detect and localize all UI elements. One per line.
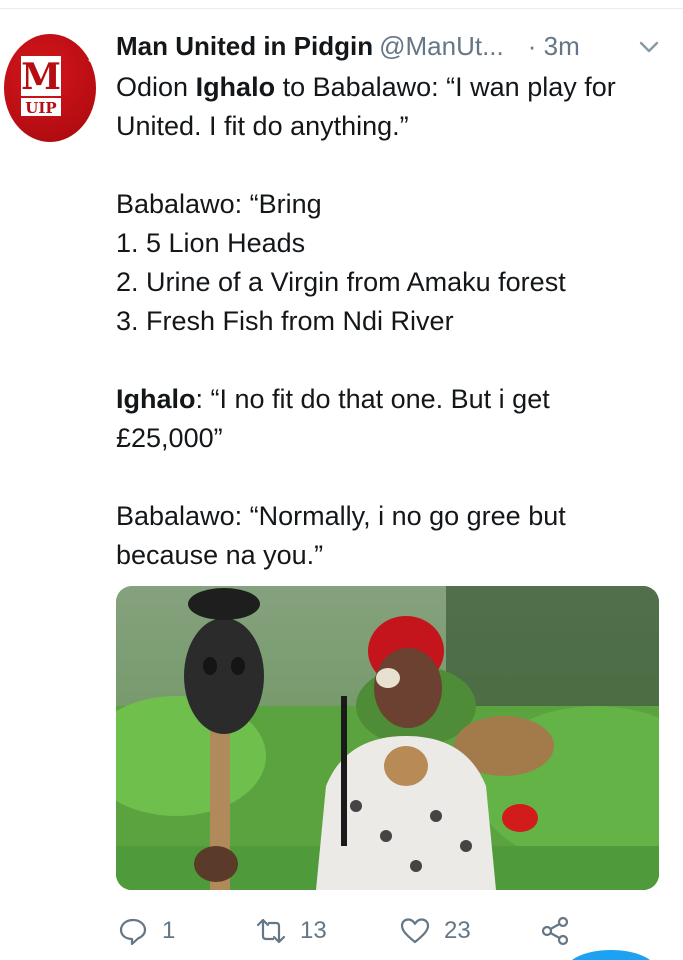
share-button[interactable]: [540, 908, 570, 954]
bold-word: Ighalo: [195, 72, 276, 102]
text-span: United. I fit do anything.”: [116, 111, 409, 141]
text-span: £25,000”: [116, 423, 223, 453]
text-span: Babalawo: “Normally, i no go gree but: [116, 501, 566, 531]
author-handle[interactable]: @ManUt...: [379, 31, 504, 62]
like-count: 23: [444, 917, 471, 944]
text-span: 1. 5 Lion Heads: [116, 228, 306, 258]
like-button[interactable]: 23: [400, 908, 471, 954]
text-span: 2. Urine of a Virgin from Amaku forest: [116, 267, 566, 297]
retweet-count: 13: [300, 917, 327, 944]
tweet-text-line: Odion Ighalo to Babalawo: “I wan play fo…: [116, 68, 676, 107]
text-span: : “I no fit do that one. But i get: [195, 384, 550, 414]
avatar[interactable]: M UIP: [4, 34, 96, 142]
author-display-name[interactable]: Man United in Pidgin: [116, 31, 373, 62]
tweet-timestamp[interactable]: · 3m: [528, 31, 580, 62]
svg-text:UIP: UIP: [25, 99, 56, 117]
avatar-logo: M UIP: [21, 56, 61, 117]
chevron-down-icon[interactable]: [638, 36, 660, 58]
reply-icon: [119, 918, 147, 946]
tweet-text: Odion Ighalo to Babalawo: “I wan play fo…: [116, 68, 676, 575]
tweet-header: Man United in Pidgin @ManUt... · 3m: [116, 28, 676, 64]
tweet-text-line: 2. Urine of a Virgin from Amaku forest: [116, 263, 676, 302]
text-span: 3. Fresh Fish from Ndi River: [116, 306, 454, 336]
text-span: Babalawo: “Bring: [116, 189, 322, 219]
tweet-text-line: Ighalo: “I no fit do that one. But i get: [116, 380, 676, 419]
tweet-text-line: Babalawo: “Normally, i no go gree but: [116, 497, 676, 536]
retweet-button[interactable]: 13: [256, 908, 327, 954]
avatar-ring: [82, 54, 96, 124]
share-icon: [541, 916, 569, 946]
tweet-text-line: because na you.”: [116, 536, 676, 575]
heart-icon: [400, 918, 430, 944]
tweet-text-line: 1. 5 Lion Heads: [116, 224, 676, 263]
tweet-text-line: United. I fit do anything.”: [116, 107, 676, 146]
media-photo: [116, 586, 659, 890]
reply-button[interactable]: 1: [118, 908, 175, 954]
tweet-text-line: Babalawo: “Bring: [116, 185, 676, 224]
retweet-icon: [256, 918, 286, 944]
text-span: to Babalawo: “I wan play for: [275, 72, 616, 102]
text-span: Odion: [116, 72, 196, 102]
svg-text:M: M: [21, 56, 61, 98]
tweet-text-line: £25,000”: [116, 419, 676, 458]
tweet-actions: 1 13 23: [116, 908, 676, 954]
reply-count: 1: [162, 917, 176, 944]
text-span: because na you.”: [116, 540, 324, 570]
bold-word: Ighalo: [116, 384, 196, 414]
tweet-media-image[interactable]: [116, 586, 659, 890]
top-divider: [0, 8, 683, 9]
tweet-text-line: 3. Fresh Fish from Ndi River: [116, 302, 676, 341]
